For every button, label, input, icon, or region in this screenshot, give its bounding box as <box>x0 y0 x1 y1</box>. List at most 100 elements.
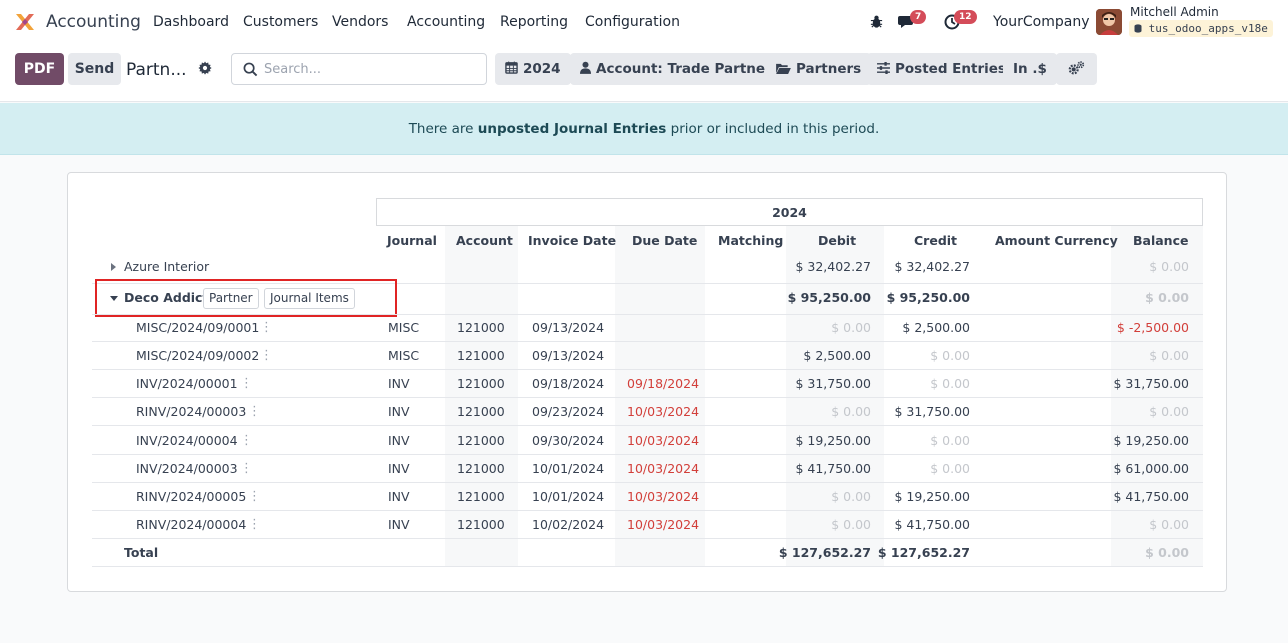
calendar-icon <box>505 61 518 74</box>
line-credit: $ 19,250.00 <box>894 489 970 504</box>
line-reference[interactable]: INV/2024/00001 <box>136 376 238 391</box>
alert-unposted-link[interactable]: unposted Journal Entries <box>478 121 667 137</box>
line-journal: INV <box>388 433 410 448</box>
line-reference[interactable]: RINV/2024/00004 <box>136 517 246 532</box>
alert-suffix: prior or included in this period. <box>666 121 880 137</box>
posted-entries-filter-label: Posted Entries <box>895 61 1006 77</box>
line-balance: $ -2,500.00 <box>1116 320 1189 335</box>
line-reference[interactable]: MISC/2024/09/0002 <box>136 348 259 363</box>
kebab-menu-icon[interactable]: ⋮ <box>260 321 273 334</box>
line-balance: $ 31,750.00 <box>1113 376 1189 391</box>
line-account: 121000 <box>457 348 505 363</box>
total-label: Total <box>124 545 159 560</box>
kebab-menu-icon[interactable]: ⋮ <box>260 349 273 362</box>
line-journal: INV <box>388 404 410 419</box>
currency-filter-button[interactable]: In .$ <box>1003 53 1057 85</box>
line-invoice-date: 09/23/2024 <box>532 404 605 419</box>
sliders-icon <box>877 61 890 74</box>
kebab-menu-icon[interactable]: ⋮ <box>248 405 261 418</box>
gear-icon[interactable] <box>198 61 212 75</box>
line-invoice-date: 10/01/2024 <box>532 461 605 476</box>
line-reference[interactable]: INV/2024/00004 <box>136 433 238 448</box>
app-name[interactable]: Accounting <box>46 12 141 32</box>
line-balance: $ 19,250.00 <box>1113 433 1189 448</box>
line-account: 121000 <box>457 517 505 532</box>
line-account: 121000 <box>457 433 505 448</box>
partner-debit: $ 32,402.27 <box>795 259 871 274</box>
line-debit: $ 2,500.00 <box>803 348 871 363</box>
line-journal: INV <box>388 376 410 391</box>
row-divider <box>92 510 1203 511</box>
line-invoice-date: 09/30/2024 <box>532 433 605 448</box>
column-amount-currency: Amount Currency <box>995 233 1118 248</box>
options-button[interactable] <box>1056 53 1097 85</box>
search-icon <box>243 62 258 77</box>
line-account: 121000 <box>457 404 505 419</box>
folder-open-icon <box>776 63 791 74</box>
menu-dashboard[interactable]: Dashboard <box>153 14 229 30</box>
menu-vendors[interactable]: Vendors <box>332 14 388 30</box>
line-credit: $ 0.00 <box>930 376 970 391</box>
date-filter-button[interactable]: 2024 <box>495 53 571 85</box>
column-matching: Matching <box>718 233 784 248</box>
pdf-button[interactable]: PDF <box>15 53 64 85</box>
menu-customers[interactable]: Customers <box>243 14 318 30</box>
date-filter-label: 2024 <box>523 61 561 77</box>
line-debit: $ 31,750.00 <box>795 376 871 391</box>
line-due-date: 10/03/2024 <box>627 433 700 448</box>
account-filter-button[interactable]: Account: Trade Partners <box>570 53 790 85</box>
search-input[interactable] <box>264 59 478 79</box>
line-due-date: 10/03/2024 <box>627 404 700 419</box>
row-divider <box>92 538 1203 539</box>
line-account: 121000 <box>457 320 505 335</box>
messages-badge: 7 <box>910 10 927 24</box>
row-divider <box>92 566 1203 567</box>
line-reference[interactable]: RINV/2024/00003 <box>136 404 246 419</box>
kebab-menu-icon[interactable]: ⋮ <box>240 434 253 447</box>
menu-reporting[interactable]: Reporting <box>500 14 568 30</box>
line-balance: $ 61,000.00 <box>1113 461 1189 476</box>
database-name-text: tus_odoo_apps_v18e <box>1148 22 1268 35</box>
line-journal: INV <box>388 461 410 476</box>
kebab-menu-icon[interactable]: ⋮ <box>248 490 261 503</box>
user-name[interactable]: Mitchell Admin <box>1130 5 1219 19</box>
caret-right-icon[interactable] <box>111 263 116 271</box>
line-credit: $ 0.00 <box>930 461 970 476</box>
partner-name[interactable]: Azure Interior <box>124 259 209 274</box>
line-debit: $ 0.00 <box>831 517 871 532</box>
line-debit: $ 0.00 <box>831 404 871 419</box>
column-debit: Debit <box>818 233 857 248</box>
column-due-date: Due Date <box>632 233 698 248</box>
partners-filter-button[interactable]: Partners <box>766 53 872 85</box>
line-invoice-date: 10/01/2024 <box>532 489 605 504</box>
kebab-menu-icon[interactable]: ⋮ <box>248 518 261 531</box>
account-filter-label: Account: Trade Partners <box>596 61 780 77</box>
menu-accounting[interactable]: Accounting <box>407 14 485 30</box>
control-panel: PDF Send Partn... 2024 Account: Trade Pa… <box>0 44 1288 102</box>
line-reference[interactable]: RINV/2024/00005 <box>136 489 246 504</box>
bug-icon[interactable] <box>869 14 884 29</box>
line-account: 121000 <box>457 461 505 476</box>
line-debit: $ 19,250.00 <box>795 433 871 448</box>
kebab-menu-icon[interactable]: ⋮ <box>240 377 253 390</box>
line-due-date: 10/03/2024 <box>627 461 700 476</box>
database-name: tus_odoo_apps_v18e <box>1129 20 1273 37</box>
menu-configuration[interactable]: Configuration <box>585 14 680 30</box>
highlight-annotation <box>95 279 397 317</box>
user-avatar[interactable] <box>1096 9 1122 35</box>
accounting-app-icon[interactable] <box>14 11 36 33</box>
line-reference[interactable]: INV/2024/00003 <box>136 461 238 476</box>
send-button[interactable]: Send <box>68 53 121 85</box>
partner-credit: $ 32,402.27 <box>894 259 970 274</box>
line-journal: MISC <box>388 348 420 363</box>
posted-entries-filter-button[interactable]: Posted Entries <box>867 53 1016 85</box>
kebab-menu-icon[interactable]: ⋮ <box>240 462 253 475</box>
search-box[interactable] <box>231 53 487 85</box>
row-divider <box>92 369 1203 370</box>
line-credit: $ 31,750.00 <box>894 404 970 419</box>
company-switcher[interactable]: YourCompany <box>993 14 1090 30</box>
database-icon <box>1134 24 1142 33</box>
line-invoice-date: 09/13/2024 <box>532 320 605 335</box>
line-balance: $ 0.00 <box>1149 517 1189 532</box>
line-reference[interactable]: MISC/2024/09/0001 <box>136 320 259 335</box>
